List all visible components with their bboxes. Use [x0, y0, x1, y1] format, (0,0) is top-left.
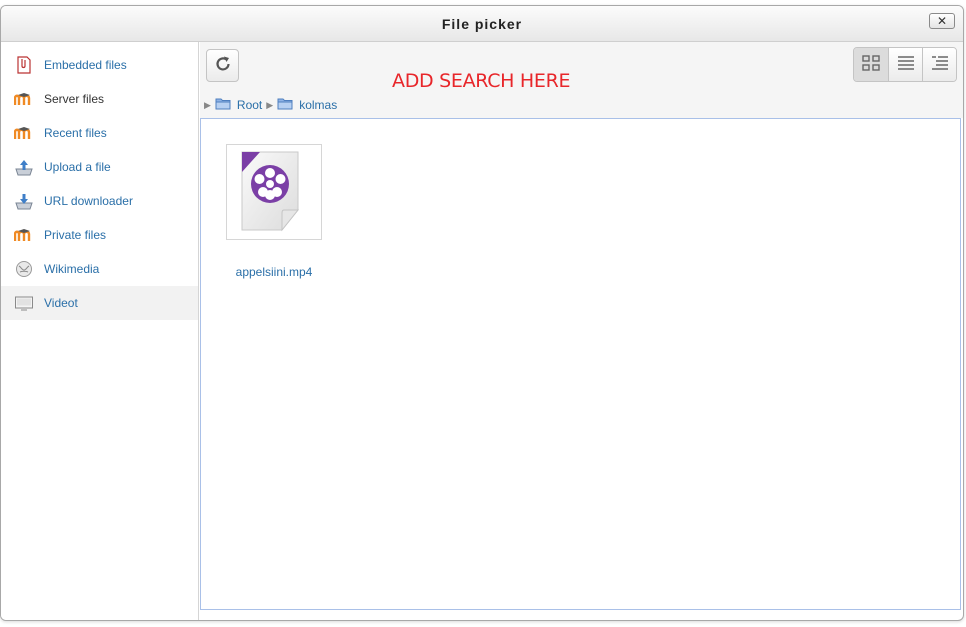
close-icon: ✕: [936, 14, 948, 28]
file-picker-dialog: File picker ✕ Embedded files Server file…: [0, 5, 964, 621]
sidebar-item-wikimedia[interactable]: Wikimedia: [1, 252, 198, 286]
tree-icon: [931, 55, 949, 74]
refresh-button[interactable]: [206, 49, 239, 82]
view-switcher: [853, 47, 957, 82]
search-placeholder-note: ADD SEARCH HERE: [392, 70, 571, 92]
breadcrumb-label: Root: [236, 98, 263, 112]
sidebar-item-videot[interactable]: Videot: [1, 286, 198, 320]
sidebar-item-url-downloader[interactable]: URL downloader: [1, 184, 198, 218]
dialog-title: File picker: [441, 15, 523, 32]
file-list-area: appelsiini.mp4: [200, 118, 961, 610]
breadcrumb-item-root[interactable]: Root: [215, 97, 262, 113]
sidebar-item-label: Embedded files: [44, 58, 127, 72]
close-button[interactable]: ✕: [929, 13, 955, 29]
sidebar-item-label: Private files: [44, 228, 107, 242]
sidebar-item-label: Recent files: [44, 126, 107, 140]
wikimedia-icon: [14, 260, 34, 278]
list-icon: [897, 55, 915, 74]
sidebar-item-label: URL downloader: [44, 194, 133, 208]
video-file-icon: [234, 148, 314, 237]
file-thumbnail: [226, 144, 322, 240]
download-icon: [14, 192, 34, 210]
list-view-button[interactable]: [888, 48, 922, 81]
folder-icon: [215, 97, 231, 113]
moodle-icon: [14, 90, 34, 108]
video-icon: [14, 294, 34, 312]
sidebar-item-embedded-files[interactable]: Embedded files: [1, 48, 198, 82]
repository-sidebar: Embedded files Server files Recent files…: [1, 42, 199, 620]
embedded-files-icon: [14, 56, 34, 74]
sidebar-item-server-files[interactable]: Server files: [1, 82, 198, 116]
folder-icon: [277, 97, 293, 113]
icons-view-button[interactable]: [854, 48, 888, 81]
file-item[interactable]: appelsiini.mp4: [226, 144, 322, 279]
moodle-icon: [14, 124, 34, 142]
sidebar-item-recent-files[interactable]: Recent files: [1, 116, 198, 150]
sidebar-item-private-files[interactable]: Private files: [1, 218, 198, 252]
file-name: appelsiini.mp4: [235, 265, 313, 279]
title-bar: File picker ✕: [1, 6, 963, 42]
breadcrumb-item-kolmas[interactable]: kolmas: [277, 97, 337, 113]
breadcrumb: ▶ Root ▶ kolmas: [204, 97, 337, 113]
sidebar-item-label: Videot: [44, 296, 78, 310]
tree-view-button[interactable]: [922, 48, 956, 81]
moodle-icon: [14, 226, 34, 244]
sidebar-item-label: Wikimedia: [44, 262, 100, 276]
grid-icon: [862, 55, 880, 74]
file-toolbar: ADD SEARCH HERE ▶ Root ▶ kolmas: [200, 42, 963, 118]
breadcrumb-arrow-icon: ▶: [266, 99, 274, 110]
breadcrumb-arrow-icon: ▶: [204, 99, 211, 110]
sidebar-item-upload-a-file[interactable]: Upload a file: [1, 150, 198, 184]
refresh-icon: [214, 55, 232, 76]
sidebar-item-label: Upload a file: [44, 160, 111, 174]
sidebar-item-label: Server files: [44, 92, 105, 106]
upload-icon: [14, 158, 34, 176]
breadcrumb-label: kolmas: [299, 98, 338, 112]
